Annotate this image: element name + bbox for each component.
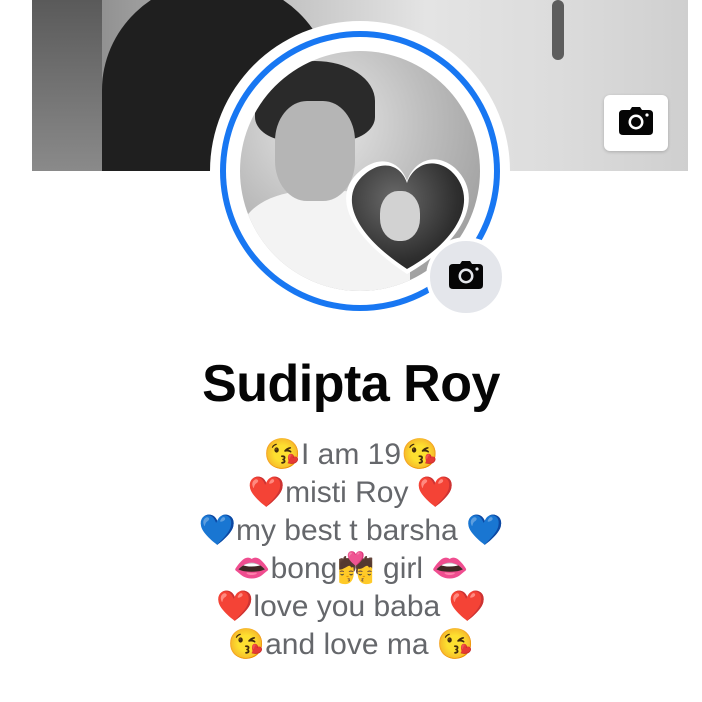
cover-photo-detail <box>32 0 102 171</box>
photo-detail <box>275 101 355 201</box>
bio-line: ❤️love you baba ❤️ <box>216 590 486 623</box>
edit-profile-picture-button[interactable] <box>426 237 506 317</box>
profile-page: Sudipta Roy 😘I am 19😘 ❤️misti Roy ❤️ 💙my… <box>0 0 702 702</box>
photo-detail <box>380 191 420 241</box>
bio-line: 💙my best t barsha 💙 <box>198 514 504 547</box>
bio-line: 😘I am 19😘 <box>263 438 439 471</box>
cover-photo-detail <box>552 0 564 60</box>
profile-name: Sudipta Roy <box>202 355 500 413</box>
bio-line: ❤️misti Roy ❤️ <box>247 476 455 509</box>
bio-line: 😘and love ma 😘 <box>227 628 475 661</box>
bio-line: 👄bong💏 girl 👄 <box>233 552 469 585</box>
camera-icon <box>619 106 653 140</box>
profile-bio: 😘I am 19😘 ❤️misti Roy ❤️ 💙my best t bars… <box>0 436 702 664</box>
camera-icon <box>449 260 483 294</box>
edit-cover-photo-button[interactable] <box>604 95 668 151</box>
